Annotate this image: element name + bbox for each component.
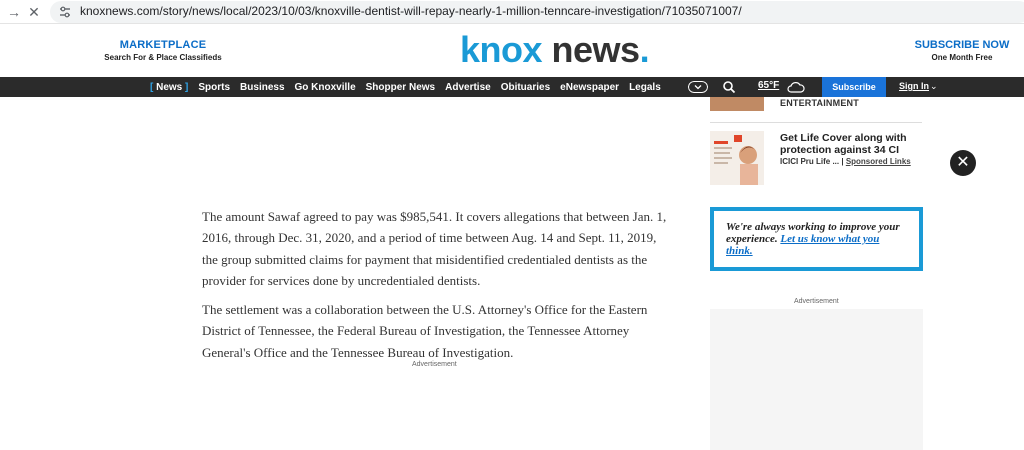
sponsor-separator: | [839,157,846,166]
logo-dot: . [639,29,650,70]
nav-item-news[interactable]: [ News ] [150,82,188,93]
nav-item-obituaries[interactable]: Obituaries [501,82,550,93]
nav-label-news: News [156,81,183,93]
subscribe-now-title[interactable]: SUBSCRIBE NOW [910,39,1014,51]
bracket-open: [ [150,81,154,93]
nav-item-advertise[interactable]: Advertise [445,82,491,93]
bracket-close: ] [185,81,189,93]
nav-item-enewspaper[interactable]: eNewspaper [560,82,619,93]
url-text[interactable]: knoxnews.com/story/news/local/2023/10/03… [80,4,742,18]
sponsor-name[interactable]: ICICI Pru Life ... [780,157,839,166]
nav-item-sports[interactable]: Sports [198,82,230,93]
sponsored-source: ICICI Pru Life ... | Sponsored Links [780,157,911,166]
nav-item-shopper-news[interactable]: Shopper News [366,82,435,93]
site-header: MARKETPLACE Search For & Place Classifie… [0,24,1024,77]
subscribe-button[interactable]: Subscribe [822,77,886,97]
logo-knox: knox [460,29,543,70]
browser-toolbar: → ✕ knoxnews.com/story/news/local/2023/1… [0,0,1024,24]
entertainment-thumbnail[interactable] [710,97,764,111]
sponsored-image-icon [710,131,764,185]
subscribe-now-link[interactable]: SUBSCRIBE NOW One Month Free [910,39,1014,62]
article-paragraph: The settlement was a collaboration betwe… [202,302,648,360]
main-nav: [ News ] Sports Business Go Knoxville Sh… [0,77,1024,97]
sponsored-thumbnail[interactable] [710,131,764,185]
marketplace-title[interactable]: MARKETPLACE [100,39,226,51]
category-label[interactable]: ENTERTAINMENT [780,98,859,108]
sponsored-links-link[interactable]: Sponsored Links [846,157,911,166]
rail-advertisement-label: Advertisement [794,298,839,305]
sponsored-title[interactable]: Get Life Cover along with protection aga… [780,132,920,156]
advertisement-label: Advertisement [412,361,457,368]
feedback-box: We're always working to improve your exp… [710,207,923,271]
search-icon[interactable] [722,80,736,94]
rail-ad-placeholder[interactable] [710,309,923,450]
chevron-down-icon[interactable]: ⌄ [930,81,938,92]
sign-in-link[interactable]: Sign In [899,81,929,91]
article-body: The amount Sawaf agreed to pay was $985,… [202,206,672,371]
more-menu-chevron-icon[interactable] [688,81,708,93]
cloud-icon [787,82,805,93]
forward-arrow-icon[interactable]: → [4,2,24,22]
subscribe-now-subtitle[interactable]: One Month Free [910,53,1014,62]
site-settings-icon[interactable] [58,5,72,19]
article-paragraph: The amount Sawaf agreed to pay was $985,… [202,209,667,288]
marketplace-subtitle[interactable]: Search For & Place Classifieds [100,53,226,62]
close-icon[interactable]: ✕ [950,150,976,176]
marketplace-link[interactable]: MARKETPLACE Search For & Place Classifie… [100,39,226,62]
nav-item-go-knoxville[interactable]: Go Knoxville [295,82,356,93]
logo-news: news [551,29,641,70]
divider [710,122,922,123]
nav-item-business[interactable]: Business [240,82,284,93]
nav-items: [ News ] Sports Business Go Knoxville Sh… [150,77,671,97]
nav-item-legals[interactable]: Legals [629,82,661,93]
close-tab-icon[interactable]: ✕ [24,2,44,22]
site-logo[interactable]: knox news. [460,29,650,70]
weather-temperature[interactable]: 65°F [758,80,779,91]
